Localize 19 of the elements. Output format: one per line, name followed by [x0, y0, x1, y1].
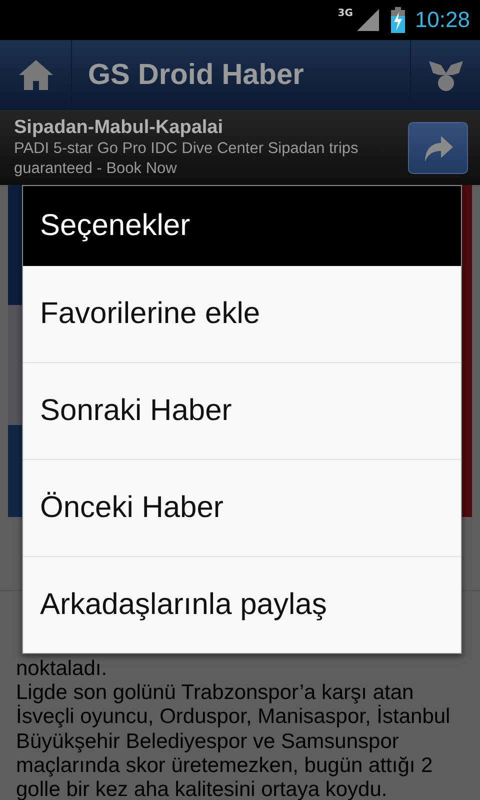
ad-text: PADI 5-star Go Pro IDC Dive Center Sipadan trips guaranteed - Book Now: [14, 138, 360, 178]
forward-arrow-icon: [423, 134, 453, 162]
ad-banner[interactable]: Sipadan-Mabul-Kapalai PADI 5-star Go Pro IDC Dive Center Sipadan trips guaranteed - Book Now: [0, 110, 480, 185]
clock: 10:28: [414, 7, 470, 33]
dialog-title: Seçenekler: [23, 186, 461, 266]
open-ad-button[interactable]: [408, 122, 468, 174]
menu-item[interactable]: Sonraki Haber: [23, 362, 461, 459]
home-icon: [18, 60, 52, 90]
menu-item[interactable]: Önceki Haber: [23, 459, 461, 556]
article-text: Ligde son golünü Trabzonspor’a karşı atan İsveçli oyuncu, Orduspor, Manisaspor, İstanbul Büyükşehir Belediyespor ve Samsunspor maçlarında skor üretemezken, bugün attığı 2 golle bir kez aha kalitesini ortaya koydu.: [16, 681, 452, 800]
menu-item[interactable]: Favorilerine ekle: [23, 266, 461, 362]
battery-charging-icon: [390, 7, 405, 33]
article-text: noktaladı.: [16, 657, 108, 682]
network-type: 3G: [338, 8, 353, 19]
app-title: GS Droid Haber: [87, 58, 304, 92]
menu-item[interactable]: Arkadaşlarınla paylaş: [23, 556, 461, 653]
signal-icon: [356, 9, 379, 31]
medal-icon: [428, 59, 462, 91]
ad-title: Sipadan-Mabul-Kapalai: [14, 116, 224, 138]
